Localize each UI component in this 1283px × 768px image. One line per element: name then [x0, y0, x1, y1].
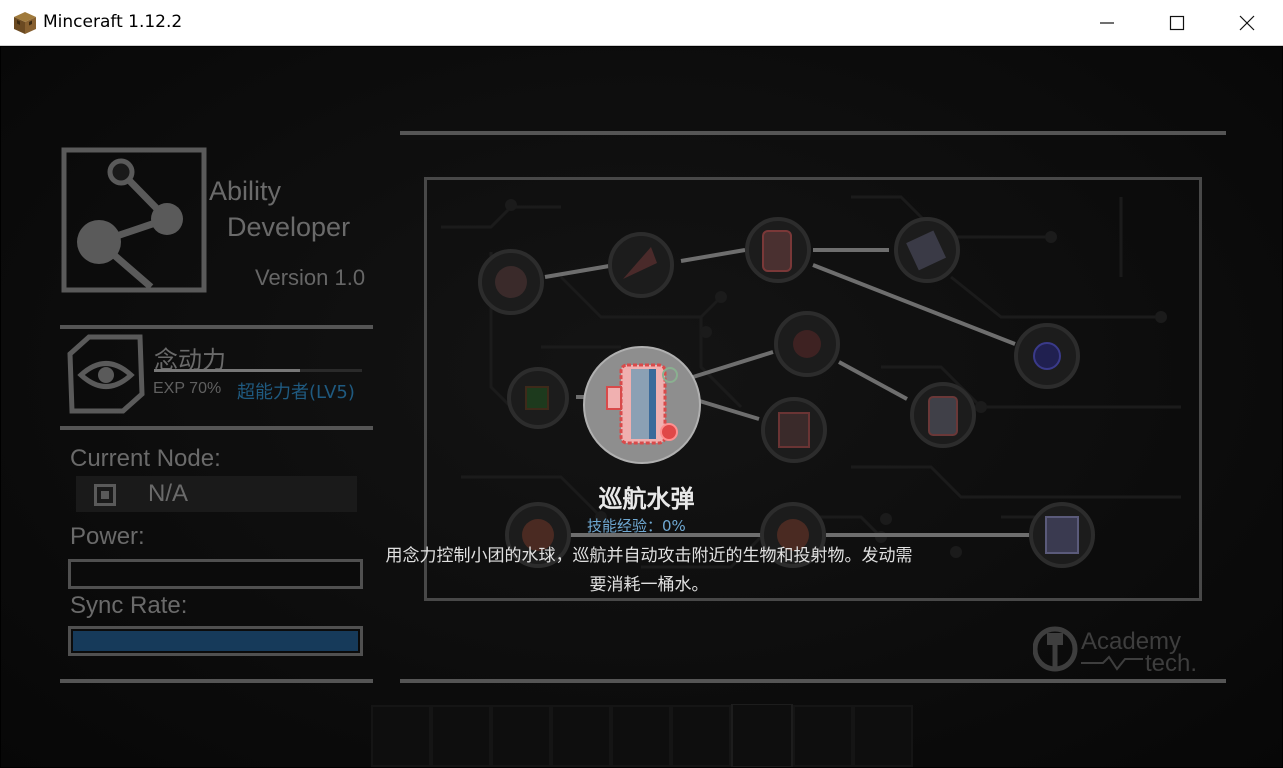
game-viewport[interactable]: Ability Developer Version 1.0 念动力 EXP 70…	[1, 47, 1282, 767]
academy-logo-line-2: tech.	[1145, 650, 1197, 675]
close-button[interactable]	[1212, 0, 1282, 46]
hotbar	[371, 704, 913, 767]
minimize-button[interactable]	[1072, 0, 1142, 46]
skill-node[interactable]	[507, 367, 569, 429]
skill-node[interactable]	[761, 397, 827, 463]
maximize-icon	[1169, 15, 1185, 31]
window-title: Minceraft 1.12.2	[43, 12, 183, 32]
skill-node[interactable]	[478, 249, 544, 315]
close-icon	[1239, 15, 1255, 31]
skill-node[interactable]	[1029, 502, 1095, 568]
skill-node[interactable]	[774, 311, 840, 377]
maximize-button[interactable]	[1142, 0, 1212, 46]
skill-description-line-2: 要消耗一桶水。	[589, 575, 709, 595]
minimize-icon	[1100, 22, 1114, 24]
skill-node-selected[interactable]	[583, 346, 701, 464]
academy-tech-logo-icon	[1033, 626, 1078, 672]
skill-node[interactable]	[1014, 323, 1080, 389]
skill-exp: 技能经验：0%	[587, 517, 686, 535]
minecraft-block-icon	[14, 12, 36, 34]
academy-tech-logo: Academy tech.	[1033, 626, 1197, 675]
window-titlebar: Minceraft 1.12.2	[0, 0, 1283, 46]
skill-node[interactable]	[745, 217, 811, 283]
skill-node[interactable]	[894, 217, 960, 283]
skill-node[interactable]	[608, 232, 674, 298]
skill-description-line-1: 用念力控制小团的水球，巡航并自动攻击附近的生物和投射物。发动需	[385, 546, 913, 566]
skill-node[interactable]	[910, 382, 976, 448]
skill-description: 用念力控制小团的水球，巡航并自动攻击附近的生物和投射物。发动需 要消耗一桶水。	[339, 542, 959, 600]
